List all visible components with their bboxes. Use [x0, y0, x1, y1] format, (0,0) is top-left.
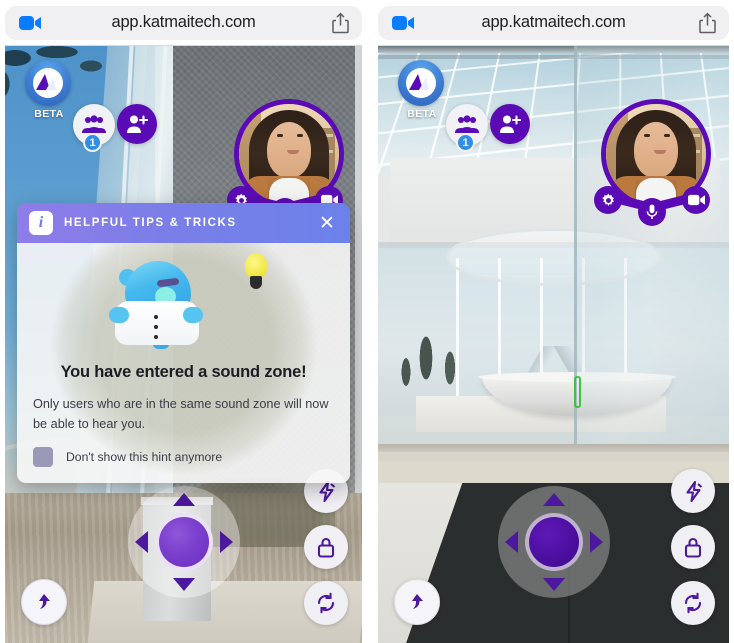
hud-left: BETA 1 i HELPFUL TIPS & TRICKS ✕ You hav… — [5, 46, 362, 643]
browser-address-bar-right: app.katmaitech.com — [378, 0, 729, 45]
modal-body: You have entered a sound zone! Only user… — [17, 243, 350, 484]
phone-panel-right: app.katmaitech.com BETA 1 — [378, 0, 729, 643]
modal-heading: You have entered a sound zone! — [60, 363, 307, 381]
dpad-up-arrow[interactable] — [172, 493, 195, 506]
phone-panel-left: app.katmaitech.com BETA 1 i HELPFUL TIPS… — [5, 0, 362, 643]
refresh-icon[interactable] — [671, 581, 715, 625]
jump-arrow-icon[interactable] — [394, 579, 440, 625]
add-person-icon[interactable] — [490, 104, 530, 144]
side-action-buttons — [671, 469, 715, 625]
video-camera-icon — [19, 15, 41, 30]
lightbulb-icon — [243, 253, 269, 291]
gear-icon[interactable] — [594, 186, 622, 214]
browser-address-bar-left: app.katmaitech.com — [5, 0, 362, 45]
screenshot-stage: app.katmaitech.com BETA 1 i HELPFUL TIPS… — [0, 0, 734, 643]
dont-show-again-row[interactable]: Don't show this hint anymore — [33, 447, 334, 468]
side-action-buttons — [304, 469, 348, 625]
modal-header: i HELPFUL TIPS & TRICKS ✕ — [17, 203, 350, 243]
dpad-left-arrow[interactable] — [504, 531, 518, 553]
modal-description: Only users who are in the same sound zon… — [33, 397, 329, 431]
beta-label: BETA — [34, 108, 64, 120]
dpad-down-arrow[interactable] — [172, 578, 195, 591]
dpad-down-arrow[interactable] — [542, 578, 565, 591]
movement-dpad[interactable] — [127, 486, 240, 598]
mascot-icon — [109, 257, 203, 349]
hud-right: BETA 1 — [378, 46, 729, 643]
helpful-tips-modal: i HELPFUL TIPS & TRICKS ✕ You have enter… — [17, 203, 350, 484]
dpad-left-arrow[interactable] — [134, 531, 148, 553]
jump-arrow-icon[interactable] — [21, 579, 67, 625]
people-count-badge: 1 — [456, 133, 475, 152]
brand-badge-beta: BETA — [25, 60, 73, 120]
virtual-world-viewport-right[interactable]: BETA 1 — [378, 45, 729, 643]
mountain-logo-icon — [398, 60, 444, 106]
microphone-icon[interactable] — [638, 198, 666, 226]
dpad-stick[interactable] — [524, 513, 583, 571]
share-icon[interactable] — [332, 12, 349, 33]
virtual-world-viewport-left[interactable]: BETA 1 i HELPFUL TIPS & TRICKS ✕ You hav… — [5, 45, 362, 643]
mountain-logo-icon — [25, 60, 71, 106]
lightning-bolt-icon[interactable] — [671, 469, 715, 513]
add-person-icon[interactable] — [117, 104, 157, 144]
url-pill-right[interactable]: app.katmaitech.com — [378, 5, 729, 40]
padlock-icon[interactable] — [304, 525, 348, 569]
camera-toggle-icon[interactable] — [682, 186, 710, 214]
modal-title: HELPFUL TIPS & TRICKS — [64, 217, 237, 229]
beta-label: BETA — [407, 108, 437, 120]
dpad-up-arrow[interactable] — [542, 493, 565, 506]
share-icon[interactable] — [699, 12, 716, 33]
refresh-icon[interactable] — [304, 581, 348, 625]
dpad-right-arrow[interactable] — [589, 531, 603, 553]
padlock-icon[interactable] — [671, 525, 715, 569]
movement-dpad[interactable] — [497, 486, 610, 598]
url-text-left: app.katmaitech.com — [111, 13, 256, 31]
close-icon[interactable]: ✕ — [316, 212, 338, 234]
modal-illustration — [33, 243, 334, 361]
dpad-stick[interactable] — [154, 513, 213, 571]
media-controls-cluster — [594, 186, 718, 230]
brand-badge-beta: BETA — [398, 60, 446, 120]
dont-show-again-checkbox[interactable] — [33, 447, 53, 468]
dpad-right-arrow[interactable] — [219, 531, 233, 553]
url-pill-left[interactable]: app.katmaitech.com — [5, 5, 362, 40]
info-icon: i — [29, 211, 53, 235]
video-camera-icon — [392, 15, 414, 30]
url-text-right: app.katmaitech.com — [481, 13, 626, 31]
dont-show-again-label: Don't show this hint anymore — [66, 450, 223, 465]
people-count-badge: 1 — [83, 133, 102, 152]
